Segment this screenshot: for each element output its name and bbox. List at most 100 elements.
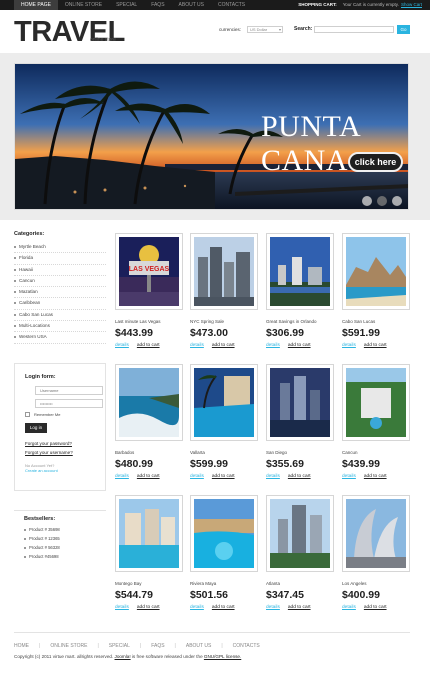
chevron-down-icon: ▾ — [278, 27, 281, 32]
show-cart-link[interactable]: Show Cart — [401, 2, 422, 7]
username-field[interactable]: Username — [35, 386, 103, 395]
details-link[interactable]: details — [266, 605, 280, 610]
logo-subtitle: online store — [90, 37, 116, 43]
product-name[interactable]: Montego Bay — [115, 581, 183, 587]
password-field[interactable]: ••••••••• — [35, 399, 103, 408]
banner-slideshow[interactable]: PUNTA CANA click here — [14, 63, 409, 210]
product-image-montego-bay[interactable] — [115, 495, 183, 572]
details-link[interactable]: details — [342, 474, 356, 479]
nav-online-store[interactable]: ONLINE STORE — [58, 0, 109, 10]
bestseller-item[interactable]: Product # 56328 — [24, 543, 106, 552]
details-link[interactable]: details — [115, 474, 129, 479]
details-link[interactable]: details — [342, 605, 356, 610]
product-name[interactable]: Los Angeles — [342, 581, 410, 587]
product-image-cancun[interactable] — [342, 364, 410, 441]
currency-select[interactable]: US Dollar ▾ — [247, 26, 283, 33]
product-name[interactable]: Cabo San Lucas — [342, 319, 410, 325]
product-name[interactable]: Cancun — [342, 450, 410, 456]
license-link[interactable]: GNU/GPL license. — [204, 654, 241, 659]
bestseller-item[interactable]: Product # 12365 — [24, 534, 106, 543]
footer-nav-home[interactable]: HOME — [14, 643, 29, 649]
details-link[interactable]: details — [342, 343, 356, 348]
footer-nav-online-store[interactable]: ONLINE STORE — [50, 643, 87, 649]
add-to-cart-link[interactable]: add to cart — [288, 474, 311, 479]
remember-me[interactable]: Remember Me — [25, 412, 95, 417]
category-item[interactable]: Western USA — [14, 332, 106, 344]
product-image-atlanta[interactable] — [266, 495, 334, 572]
product-card: Vallarta $599.99 details add to cart — [190, 364, 258, 479]
category-item[interactable]: Cabo San Lucas — [14, 310, 106, 322]
add-to-cart-link[interactable]: add to cart — [212, 605, 235, 610]
bestseller-item[interactable]: Product #45698 — [24, 552, 106, 561]
details-link[interactable]: details — [115, 343, 129, 348]
bestseller-item[interactable]: Product # 35698 — [24, 525, 106, 534]
category-item[interactable]: Mazatlan — [14, 287, 106, 299]
product-image-orlando[interactable] — [266, 233, 334, 310]
category-item[interactable]: Caribbean — [14, 298, 106, 310]
product-name[interactable]: NYC Spring Sale — [190, 319, 258, 325]
product-name[interactable]: Vallarta — [190, 450, 258, 456]
footer-divider: | — [139, 643, 142, 649]
copyright-mid: is free software released under the — [131, 654, 203, 659]
details-link[interactable]: details — [190, 605, 204, 610]
forgot-password-link[interactable]: Forgot your password? — [25, 441, 95, 446]
slide-dot[interactable] — [392, 196, 402, 206]
details-link[interactable]: details — [115, 605, 129, 610]
nav-contacts[interactable]: CONTACTS — [211, 0, 252, 10]
nav-faqs[interactable]: FAQS — [144, 0, 171, 10]
product-price: $480.99 — [115, 458, 153, 470]
login-button[interactable]: Log in — [25, 423, 47, 433]
product-card: Cabo San Lucas $591.99 details add to car… — [342, 233, 410, 348]
add-to-cart-link[interactable]: add to cart — [212, 343, 235, 348]
add-to-cart-link[interactable]: add to cart — [364, 343, 387, 348]
product-image-nyc[interactable] — [190, 233, 258, 310]
details-link[interactable]: details — [266, 474, 280, 479]
click-here-button[interactable]: click here — [348, 152, 403, 172]
nav-special[interactable]: SPECIAL — [109, 0, 144, 10]
product-name[interactable]: Great Savings in Orlando — [266, 319, 334, 325]
footer-nav-about-us[interactable]: ABOUT US — [186, 643, 211, 649]
footer-nav-special[interactable]: SPECIAL — [109, 643, 130, 649]
add-to-cart-link[interactable]: add to cart — [288, 343, 311, 348]
product-image-barbados[interactable] — [115, 364, 183, 441]
joomla-link[interactable]: Joomla! — [115, 654, 131, 659]
footer-nav-faqs[interactable]: FAQS — [151, 643, 164, 649]
add-to-cart-link[interactable]: add to cart — [364, 474, 387, 479]
product-image-cabo[interactable] — [342, 233, 410, 310]
slide-dot[interactable] — [377, 196, 387, 206]
nav-home[interactable]: HOME PAGE — [14, 0, 58, 10]
copyright-text: Copyright (c) 2011 virtue mart. allright… — [14, 654, 114, 659]
product-image-vallarta[interactable] — [190, 364, 258, 441]
product-image-riviera-maya[interactable] — [190, 495, 258, 572]
category-item[interactable]: Florida — [14, 253, 106, 265]
search-input[interactable] — [314, 26, 394, 33]
product-image-los-angeles[interactable] — [342, 495, 410, 572]
add-to-cart-link[interactable]: add to cart — [288, 605, 311, 610]
footer-nav-contacts[interactable]: CONTACTS — [233, 643, 260, 649]
details-link[interactable]: details — [190, 343, 204, 348]
add-to-cart-link[interactable]: add to cart — [137, 474, 160, 479]
product-name[interactable]: Atlanta — [266, 581, 334, 587]
add-to-cart-link[interactable]: add to cart — [137, 343, 160, 348]
slide-dot[interactable] — [362, 196, 372, 206]
product-name[interactable]: San Diego — [266, 450, 334, 456]
create-account-link[interactable]: Create an account — [25, 468, 95, 473]
remember-checkbox[interactable] — [25, 412, 30, 417]
product-name[interactable]: Last minute Las Vegas — [115, 319, 183, 325]
category-item[interactable]: Hawaii — [14, 265, 106, 276]
nav-about-us[interactable]: ABOUT US — [172, 0, 211, 10]
details-link[interactable]: details — [266, 343, 280, 348]
go-button[interactable]: Go — [397, 25, 410, 34]
category-item[interactable]: Cancun — [14, 276, 106, 288]
add-to-cart-link[interactable]: add to cart — [364, 605, 387, 610]
product-image-las-vegas[interactable]: LAS VEGAS — [115, 233, 183, 310]
category-item[interactable]: Myrtle Beach — [14, 242, 106, 254]
product-name[interactable]: Riviera Maya — [190, 581, 258, 587]
product-image-san-diego[interactable] — [266, 364, 334, 441]
product-name[interactable]: Barbados — [115, 450, 183, 456]
add-to-cart-link[interactable]: add to cart — [212, 474, 235, 479]
category-item[interactable]: Multi-Locations — [14, 321, 106, 333]
add-to-cart-link[interactable]: add to cart — [137, 605, 160, 610]
forgot-username-link[interactable]: Forgot your username? — [25, 450, 95, 455]
details-link[interactable]: details — [190, 474, 204, 479]
